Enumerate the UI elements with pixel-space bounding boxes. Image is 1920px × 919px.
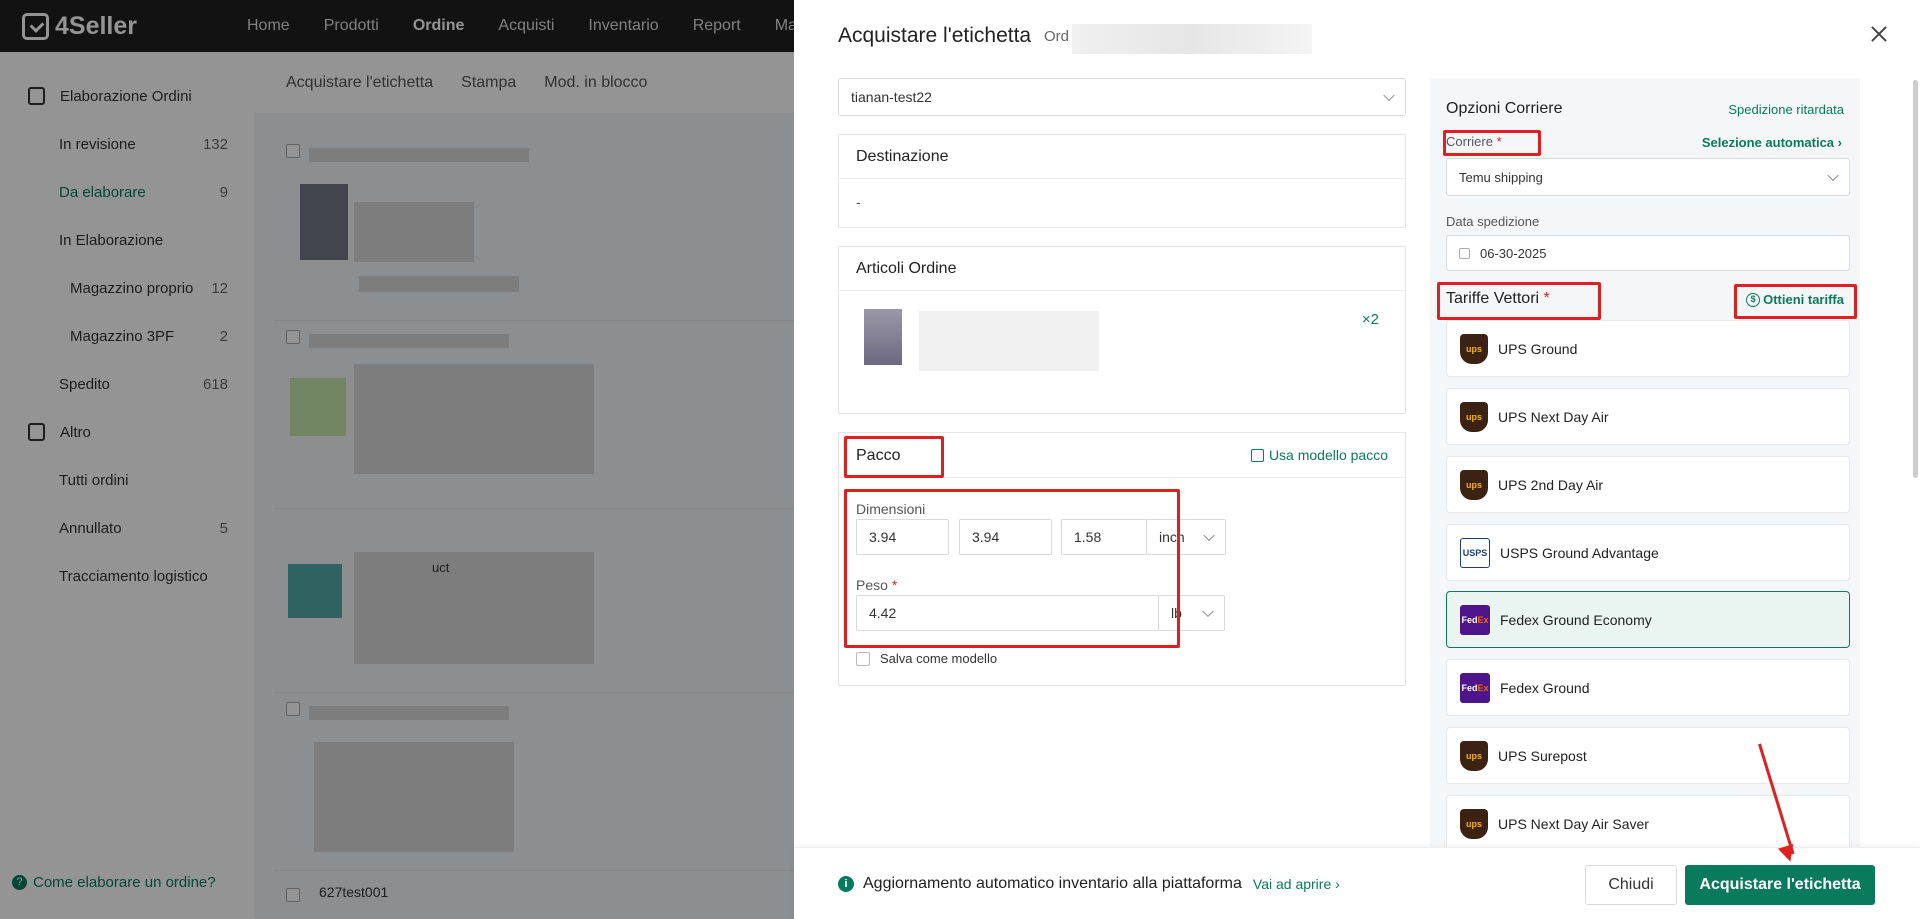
destination-title: Destinazione	[839, 135, 1405, 179]
blurred-order-id	[1072, 24, 1312, 54]
close-icon[interactable]	[1867, 22, 1891, 46]
ups-logo-icon: ups	[1460, 808, 1488, 839]
order-items-card: Articoli Ordine ×2	[838, 246, 1406, 414]
drawer-footer: i Aggiornamento automatico inventario al…	[794, 847, 1920, 919]
ship-date-picker[interactable]: 06-30-2025	[1446, 235, 1850, 271]
fedex-logo-icon: Fed Ex	[1460, 604, 1490, 635]
destination-value: -	[856, 194, 861, 210]
carrier-name: UPS 2nd Day Air	[1498, 476, 1604, 493]
ship-date-label: Data spedizione	[1446, 214, 1540, 229]
drawer-title: Acquistare l'etichetta	[838, 24, 1032, 47]
annotation-box	[1443, 130, 1541, 156]
annotation-box	[844, 489, 1180, 648]
carrier-name: UPS Surepost	[1498, 747, 1587, 764]
save-as-template-checkbox[interactable]: Salva come modello	[856, 651, 997, 666]
template-icon	[1250, 448, 1264, 462]
carrier-name: Fedex Ground	[1500, 679, 1590, 696]
use-package-template-link[interactable]: Usa modello pacco	[1250, 447, 1388, 463]
carrier-option[interactable]: Fed Ex Fedex Ground Economy	[1446, 591, 1850, 648]
carrier-name: UPS Next Day Air Saver	[1498, 815, 1649, 832]
carrier-options-panel: Opzioni Corriere Spedizione ritardata Co…	[1430, 78, 1860, 852]
drawer-scrollbar[interactable]	[1913, 80, 1918, 478]
carrier-options-title: Opzioni Corriere	[1446, 100, 1563, 117]
chevron-down-icon	[1383, 89, 1395, 102]
destination-card: Destinazione -	[838, 134, 1406, 228]
ups-logo-icon: ups	[1460, 401, 1488, 432]
usps-logo-icon: USPS	[1460, 537, 1490, 568]
inventory-sync-notice: i Aggiornamento automatico inventario al…	[838, 875, 1340, 893]
item-quantity: ×2	[1361, 311, 1379, 328]
buy-label-button[interactable]: Acquistare l'etichetta	[1685, 865, 1875, 905]
blurred-product-info	[919, 311, 1099, 371]
close-button[interactable]: Chiudi	[1585, 865, 1677, 905]
buy-label-drawer: Acquistare l'etichetta Ord tianan-test22…	[794, 0, 1920, 919]
fedex-logo-icon: Fed Ex	[1460, 672, 1490, 703]
annotation-box	[844, 436, 944, 478]
chevron-down-icon	[1202, 605, 1214, 618]
carrier-name: Fedex Ground Economy	[1500, 611, 1652, 628]
ups-logo-icon: ups	[1460, 740, 1488, 771]
carrier-option[interactable]: ups UPS Ground	[1446, 320, 1850, 377]
annotation-box	[1734, 284, 1857, 319]
carrier-option[interactable]: ups UPS Surepost	[1446, 727, 1850, 784]
order-items-title: Articoli Ordine	[839, 247, 1405, 291]
carrier-option[interactable]: ups UPS Next Day Air	[1446, 388, 1850, 445]
annotation-box	[1437, 282, 1601, 320]
carrier-option[interactable]: Fed Ex Fedex Ground	[1446, 659, 1850, 716]
info-icon: i	[838, 876, 854, 892]
order-label: Ord	[1044, 28, 1070, 45]
calendar-icon	[1459, 247, 1470, 259]
chevron-down-icon	[1203, 529, 1215, 542]
ups-logo-icon: ups	[1460, 469, 1488, 500]
ups-logo-icon: ups	[1460, 333, 1488, 364]
carrier-name: USPS Ground Advantage	[1500, 544, 1659, 561]
carrier-option[interactable]: USPS USPS Ground Advantage	[1446, 524, 1850, 581]
checkbox-icon	[856, 651, 870, 666]
carrier-option[interactable]: ups UPS 2nd Day Air	[1446, 456, 1850, 513]
open-settings-link[interactable]: Vai ad aprire ›	[1253, 876, 1340, 892]
carrier-name: UPS Next Day Air	[1498, 408, 1609, 425]
product-thumbnail	[864, 309, 902, 365]
auto-select-link[interactable]: Selezione automatica ›	[1702, 135, 1842, 150]
delayed-shipping-link[interactable]: Spedizione ritardata	[1728, 102, 1844, 117]
carrier-name: UPS Ground	[1498, 340, 1578, 357]
chevron-down-icon	[1827, 169, 1839, 182]
store-select[interactable]: tianan-test22	[838, 78, 1406, 116]
carrier-select[interactable]: Temu shipping	[1446, 158, 1850, 196]
